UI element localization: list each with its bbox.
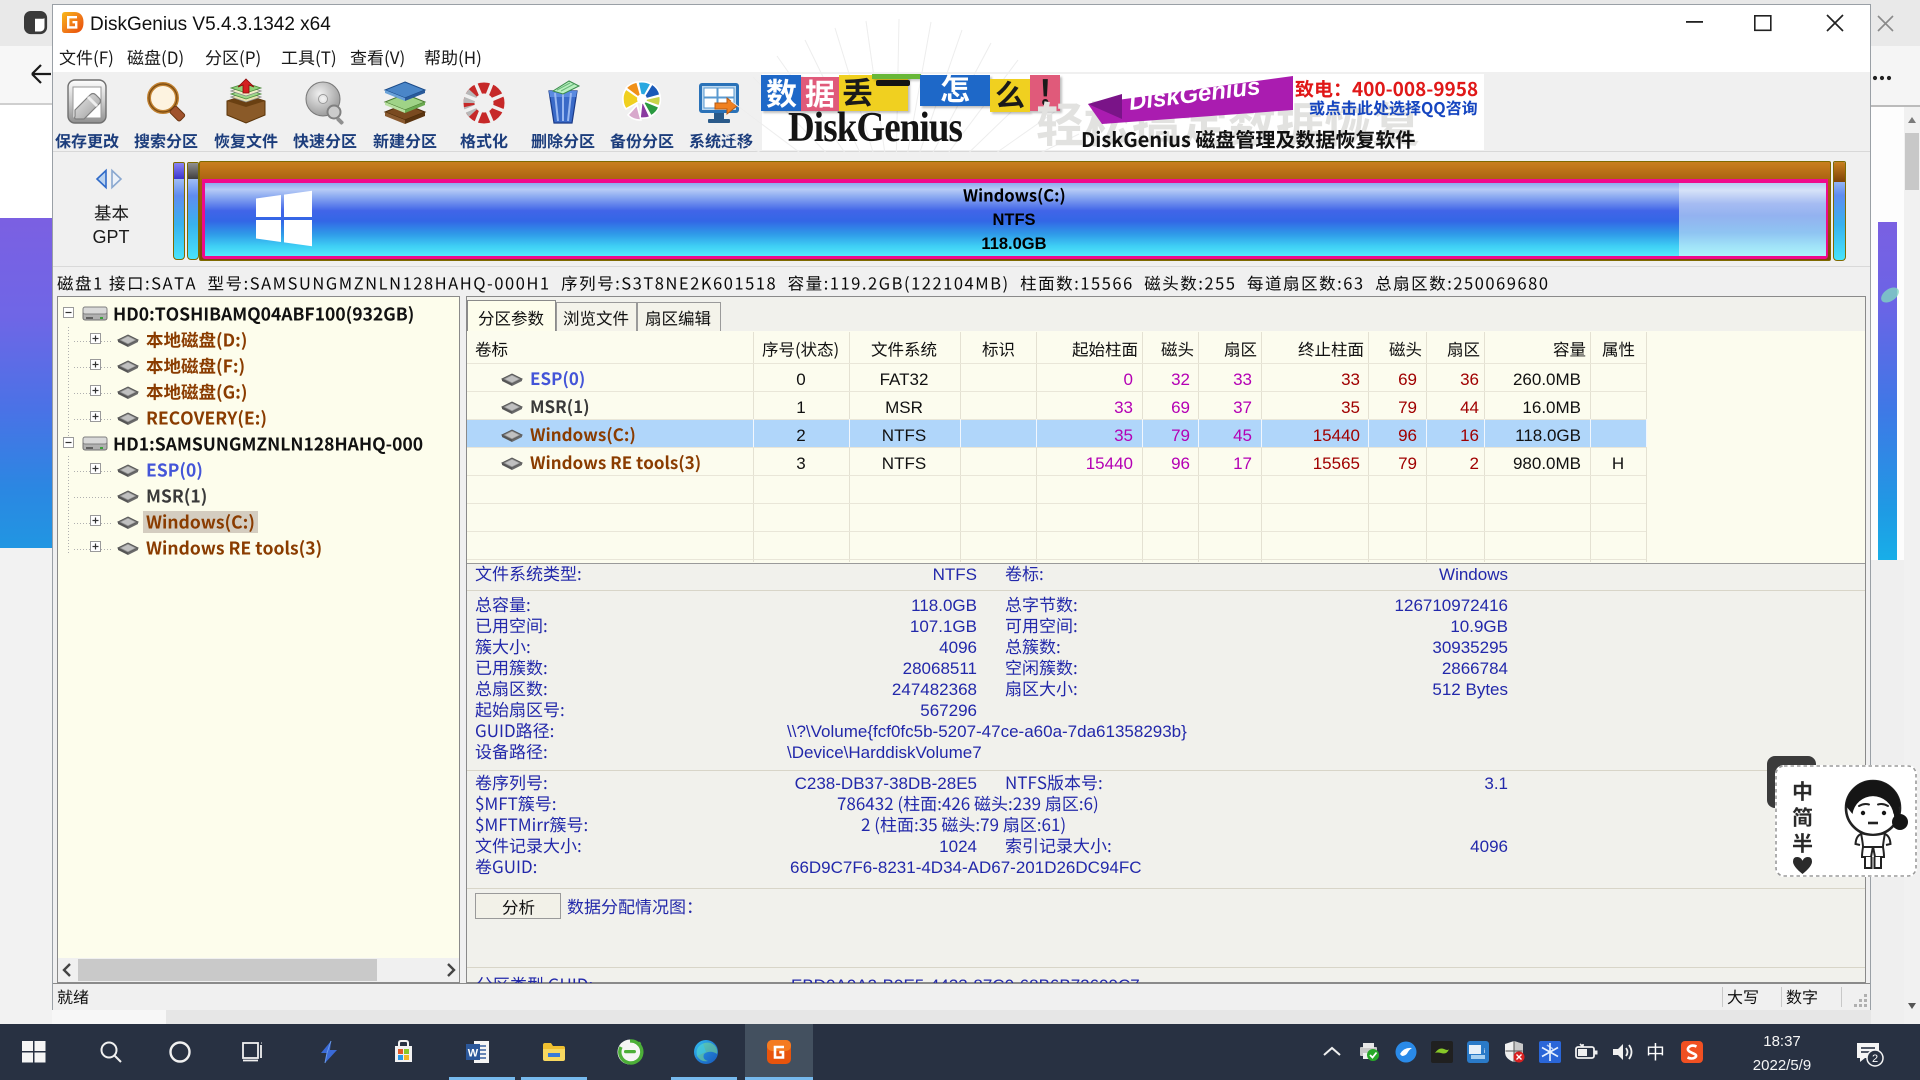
svg-text:i: i: [1484, 1049, 1485, 1055]
svg-text:2: 2: [1872, 1053, 1878, 1065]
svg-text:W: W: [468, 1048, 479, 1060]
